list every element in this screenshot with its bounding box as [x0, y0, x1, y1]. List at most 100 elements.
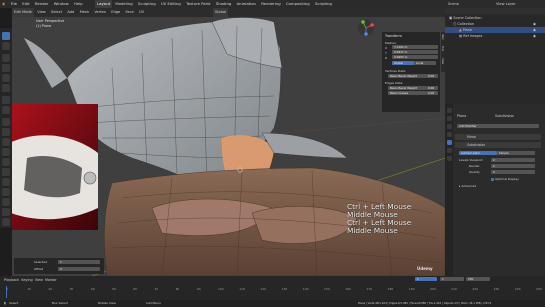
current-frame-field[interactable]: 1 — [415, 277, 437, 281]
rotate-tool-icon[interactable] — [2, 64, 10, 72]
inset-tool-icon[interactable] — [2, 128, 10, 136]
global-space-button[interactable]: Global — [392, 61, 414, 65]
tab-uv-editing[interactable]: UV Editing — [159, 0, 183, 8]
tab-view[interactable]: View — [441, 58, 444, 64]
knife-tool-icon[interactable] — [2, 158, 10, 166]
local-space-button[interactable]: Local — [414, 61, 436, 65]
transform-orientation-dropdown[interactable]: Global — [212, 8, 229, 17]
menu-select[interactable]: Select — [49, 8, 64, 17]
menu-edge[interactable]: Edge — [109, 8, 122, 17]
3d-viewport[interactable]: Edit Mode View Select Add Mesh Vertex Ed… — [12, 8, 445, 276]
end-frame-field[interactable]: 250 — [466, 277, 490, 281]
menu-edit[interactable]: Edit — [20, 0, 31, 8]
add-modifier-button[interactable]: Add Modifier — [457, 124, 539, 128]
transform-tool-icon[interactable] — [2, 84, 10, 92]
menu-mesh[interactable]: Mesh — [78, 8, 91, 17]
tab-layout[interactable]: Layout — [95, 0, 113, 8]
measure-tool-icon[interactable] — [2, 106, 10, 114]
playhead[interactable] — [6, 286, 7, 298]
timeline-tick-label: 30 — [69, 287, 74, 291]
tab-rendering[interactable]: Rendering — [259, 0, 282, 8]
tab-sculpting[interactable]: Sculpting — [136, 0, 158, 8]
data-tab-icon[interactable] — [446, 148, 452, 153]
timeline-tick-label: 170 — [366, 287, 373, 291]
edges-data-header: Edges Data: — [385, 81, 404, 85]
start-frame-field[interactable]: 1 — [440, 277, 464, 281]
menu-file[interactable]: File — [9, 0, 19, 8]
status-box-select: Box Select — [52, 301, 68, 305]
levels-viewport-field[interactable]: 2 — [491, 158, 535, 162]
vertex-bevel-weight-field[interactable]: 0.00 — [426, 74, 438, 78]
render-levels-field[interactable]: 2 — [491, 164, 535, 168]
udemy-watermark: Udemy — [417, 266, 433, 271]
modifier-subdivision-header[interactable]: Subdivision — [455, 142, 541, 148]
menu-vertex[interactable]: Vertex — [92, 8, 108, 17]
scene-selector[interactable]: Scene — [448, 0, 459, 8]
extrude-tool-icon[interactable] — [2, 118, 10, 126]
tab-tool[interactable]: Tool — [441, 46, 444, 51]
tab-texture-paint[interactable]: Texture Paint — [184, 0, 213, 8]
tab-shading[interactable]: Shading — [214, 0, 233, 8]
timeline: Playback Keying View Marker 1 250 1 0102… — [0, 276, 545, 300]
menu-add[interactable]: Add — [65, 8, 76, 17]
menu-view[interactable]: View — [35, 8, 48, 17]
view-layer-selector[interactable]: View Layer — [496, 0, 516, 8]
timeline-menu-playback[interactable]: Playback — [4, 278, 19, 282]
timeline-tick-label: 240 — [514, 287, 521, 291]
tab-animation[interactable]: Animation — [235, 0, 258, 8]
timeline-tick-label: 130 — [281, 287, 288, 291]
poly-build-tool-icon[interactable] — [2, 168, 10, 176]
tab-modeling[interactable]: Modeling — [113, 0, 134, 8]
timeline-tick-label: 190 — [408, 287, 415, 291]
menu-face[interactable]: Face — [124, 8, 136, 17]
timeline-menu-view[interactable]: View — [35, 278, 43, 282]
material-tab-icon[interactable] — [446, 156, 452, 161]
timeline-menu-marker[interactable]: Marker — [45, 278, 57, 282]
menu-uv[interactable]: UV — [137, 8, 146, 17]
catmull-clark-button[interactable]: Catmull-Clark — [459, 151, 497, 155]
annotate-tool-icon[interactable] — [2, 96, 10, 104]
rip-tool-icon[interactable] — [2, 218, 10, 226]
smooth-tool-icon[interactable] — [2, 188, 10, 196]
mode-selector[interactable]: Edit Mode — [12, 8, 34, 17]
shrink-fatten-tool-icon[interactable] — [2, 208, 10, 216]
timeline-ruler[interactable]: 0102030405060708090100110120130140150160… — [0, 286, 545, 298]
select-box-tool-icon[interactable] — [2, 32, 10, 40]
median-y-field[interactable]: 0.5637 m — [392, 50, 438, 54]
spin-tool-icon[interactable] — [2, 178, 10, 186]
advanced-subpanel[interactable]: ▸ Advanced — [459, 184, 476, 188]
menu-window[interactable]: Window — [52, 0, 71, 8]
selected-field[interactable]: 1 — [58, 259, 100, 264]
optimal-display-checkbox[interactable]: Optimal Display — [491, 177, 519, 181]
offset-field[interactable]: 0 — [58, 266, 100, 271]
modifier-mirror-header[interactable]: Mirror — [455, 134, 541, 140]
scene-statistics: Plane | Verts:48/1,024 | Edges:0/1,982 |… — [358, 302, 492, 305]
menu-help[interactable]: Help — [72, 0, 85, 8]
blender-logo-icon[interactable]: ◉ — [0, 0, 7, 8]
simple-button[interactable]: Simple — [497, 151, 535, 155]
quality-field[interactable]: 3 — [491, 170, 535, 174]
bevel-tool-icon[interactable] — [2, 138, 10, 146]
loop-cut-tool-icon[interactable] — [2, 148, 10, 156]
move-tool-icon[interactable] — [2, 54, 10, 62]
output-tab-icon[interactable] — [446, 116, 452, 121]
mean-crease-field[interactable]: 0.00 — [426, 91, 438, 95]
render-tab-icon[interactable] — [446, 108, 452, 113]
tab-item[interactable]: Item — [441, 34, 444, 40]
modifier-tab-icon[interactable] — [446, 140, 452, 145]
outliner-row-ref-images[interactable]: ▦ Ref Images ◉ — [445, 33, 545, 39]
tab-compositing[interactable]: Compositing — [284, 0, 312, 8]
cursor-tool-icon[interactable] — [2, 42, 10, 50]
edge-bevel-weight-field[interactable]: 0.00 — [426, 86, 438, 90]
edge-slide-tool-icon[interactable] — [2, 198, 10, 206]
timeline-tick-label: 50 — [112, 287, 116, 291]
tab-scripting[interactable]: Scripting — [313, 0, 334, 8]
visibility-eye-icon[interactable]: ◉ — [533, 33, 536, 39]
scene-tab-icon[interactable] — [446, 124, 452, 129]
object-tab-icon[interactable] — [446, 132, 452, 137]
median-z-field[interactable]: 0.9993 m — [392, 55, 438, 59]
median-x-field[interactable]: 7.2162 m — [392, 45, 438, 49]
scale-tool-icon[interactable] — [2, 74, 10, 82]
menu-render[interactable]: Render — [33, 0, 51, 8]
timeline-menu-keying[interactable]: Keying — [21, 278, 32, 282]
